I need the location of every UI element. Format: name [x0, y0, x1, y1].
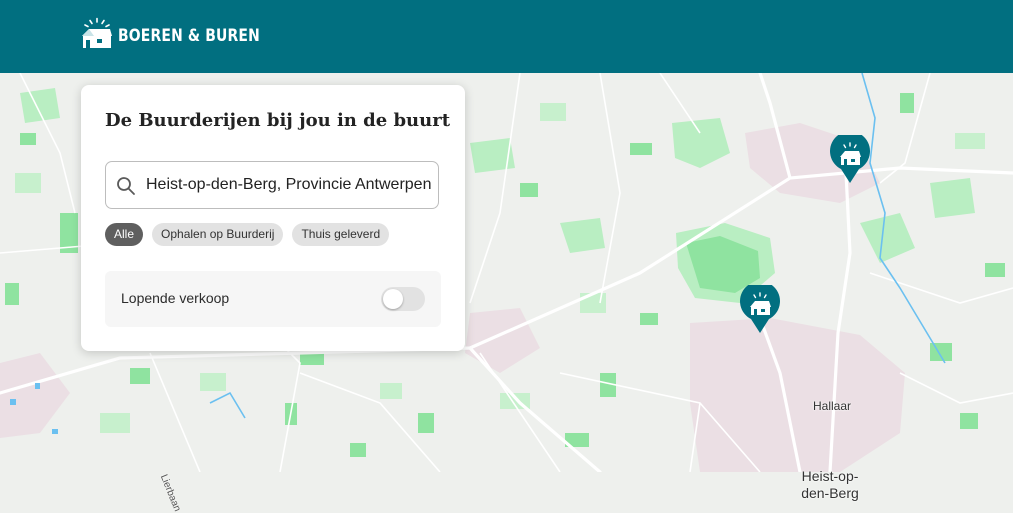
search-icon [117, 177, 135, 195]
place-label-hallaar: Hallaar [813, 399, 852, 413]
farmhouse-pin-icon[interactable] [829, 135, 871, 185]
place-label-line: den-Berg [801, 485, 859, 501]
panel-title: De Buurderijen bij jou in de buurt [105, 110, 451, 131]
ongoing-sale-row: Lopende verkoop [105, 271, 441, 327]
toggle-knob [383, 289, 403, 309]
delivery-filter-group: Alle Ophalen op Buurderij Thuis geleverd [105, 223, 398, 246]
filter-chip-alle[interactable]: Alle [105, 223, 144, 246]
ongoing-sale-label: Lopende verkoop [121, 290, 230, 306]
location-search-box[interactable] [105, 161, 439, 209]
search-panel: De Buurderijen bij jou in de buurt Alle … [81, 85, 465, 351]
filter-chip-ophalen-op-buurderij[interactable]: Ophalen op Buurderij [152, 223, 284, 246]
farmhouse-logo-icon [82, 17, 112, 48]
location-search-input[interactable] [146, 162, 431, 208]
farmhouse-pin-icon[interactable] [739, 285, 781, 335]
brand-logo[interactable]: BOEREN & BUREN [80, 17, 291, 49]
ongoing-sale-toggle[interactable] [381, 287, 425, 311]
filter-chip-thuis-geleverd[interactable]: Thuis geleverd [292, 223, 390, 246]
brand-name: BOEREN & BUREN [118, 26, 260, 46]
top-navigation-bar: BOEREN & BUREN [0, 0, 1013, 73]
place-label-line: Heist-op- [801, 468, 859, 484]
road-label-lierbaan: Lierbaan [157, 473, 183, 513]
place-label-heist-op-den-berg: Heist-op- den-Berg [795, 468, 865, 502]
